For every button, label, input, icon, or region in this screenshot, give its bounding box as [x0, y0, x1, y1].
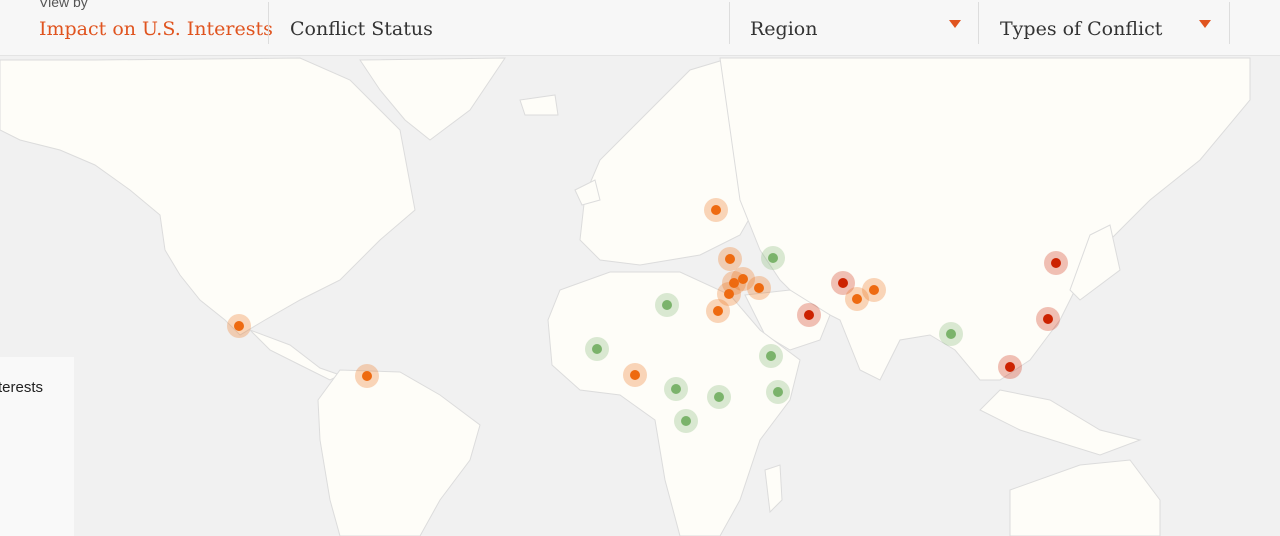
conflict-marker-venezuela[interactable] [355, 364, 379, 388]
tab-impact-on-us-interests[interactable]: Impact on U.S. Interests [39, 17, 273, 41]
marker-dot [1043, 314, 1053, 324]
marker-dot [630, 370, 640, 380]
conflict-marker-yemen[interactable] [797, 303, 821, 327]
marker-dot [713, 306, 723, 316]
marker-dot [838, 278, 848, 288]
conflict-marker-ethiopia[interactable] [759, 344, 783, 368]
marker-dot [804, 310, 814, 320]
chevron-down-icon[interactable] [1199, 20, 1211, 28]
marker-dot [754, 283, 764, 293]
conflict-marker-nigeria[interactable] [623, 363, 647, 387]
marker-dot [766, 351, 776, 361]
legend-panel: terests [0, 357, 74, 536]
conflict-marker-turkey[interactable] [718, 247, 742, 271]
marker-dot [714, 392, 724, 402]
conflict-marker-libya[interactable] [655, 293, 679, 317]
marker-dot [725, 254, 735, 264]
conflict-marker-egypt[interactable] [706, 299, 730, 323]
types-of-conflict-dropdown-label: Types of Conflict [1000, 18, 1163, 40]
conflict-marker-drc[interactable] [674, 409, 698, 433]
divider [268, 2, 269, 44]
marker-dot [773, 387, 783, 397]
marker-dot [852, 294, 862, 304]
marker-dot [724, 289, 734, 299]
marker-dot [662, 300, 672, 310]
world-map[interactable] [0, 56, 1280, 536]
marker-dot [1005, 362, 1015, 372]
conflict-marker-mexico[interactable] [227, 314, 251, 338]
legend-label: terests [0, 379, 44, 396]
marker-dot [711, 205, 721, 215]
marker-dot [869, 285, 879, 295]
conflict-marker-somalia[interactable] [766, 380, 790, 404]
marker-dot [234, 321, 244, 331]
conflict-marker-mali[interactable] [585, 337, 609, 361]
divider [978, 2, 979, 44]
conflict-marker-south-sudan[interactable] [707, 385, 731, 409]
marker-dot [946, 329, 956, 339]
marker-dot [1051, 258, 1061, 268]
marker-dot [671, 384, 681, 394]
region-dropdown-label: Region [750, 18, 818, 40]
conflict-marker-caucasus[interactable] [761, 246, 785, 270]
conflict-marker-taiwan[interactable] [1036, 307, 1060, 331]
conflict-marker-korea[interactable] [1044, 251, 1068, 275]
tab-conflict-status[interactable]: Conflict Status [290, 17, 433, 41]
filter-bar: View by Impact on U.S. Interests Conflic… [0, 0, 1280, 56]
conflict-marker-south-china-sea[interactable] [998, 355, 1022, 379]
conflict-marker-ukraine[interactable] [704, 198, 728, 222]
types-of-conflict-dropdown[interactable]: Types of Conflict [980, 0, 1228, 44]
conflict-marker-india-kashmir[interactable] [862, 278, 886, 302]
divider [1229, 2, 1230, 44]
marker-dot [592, 344, 602, 354]
marker-dot [362, 371, 372, 381]
conflict-marker-iraq[interactable] [747, 276, 771, 300]
conflict-marker-car[interactable] [664, 377, 688, 401]
chevron-down-icon[interactable] [949, 20, 961, 28]
view-by-label: View by [39, 0, 88, 10]
conflict-marker-myanmar[interactable] [939, 322, 963, 346]
region-dropdown[interactable]: Region [730, 0, 978, 44]
marker-dot [681, 416, 691, 426]
marker-dot [768, 253, 778, 263]
